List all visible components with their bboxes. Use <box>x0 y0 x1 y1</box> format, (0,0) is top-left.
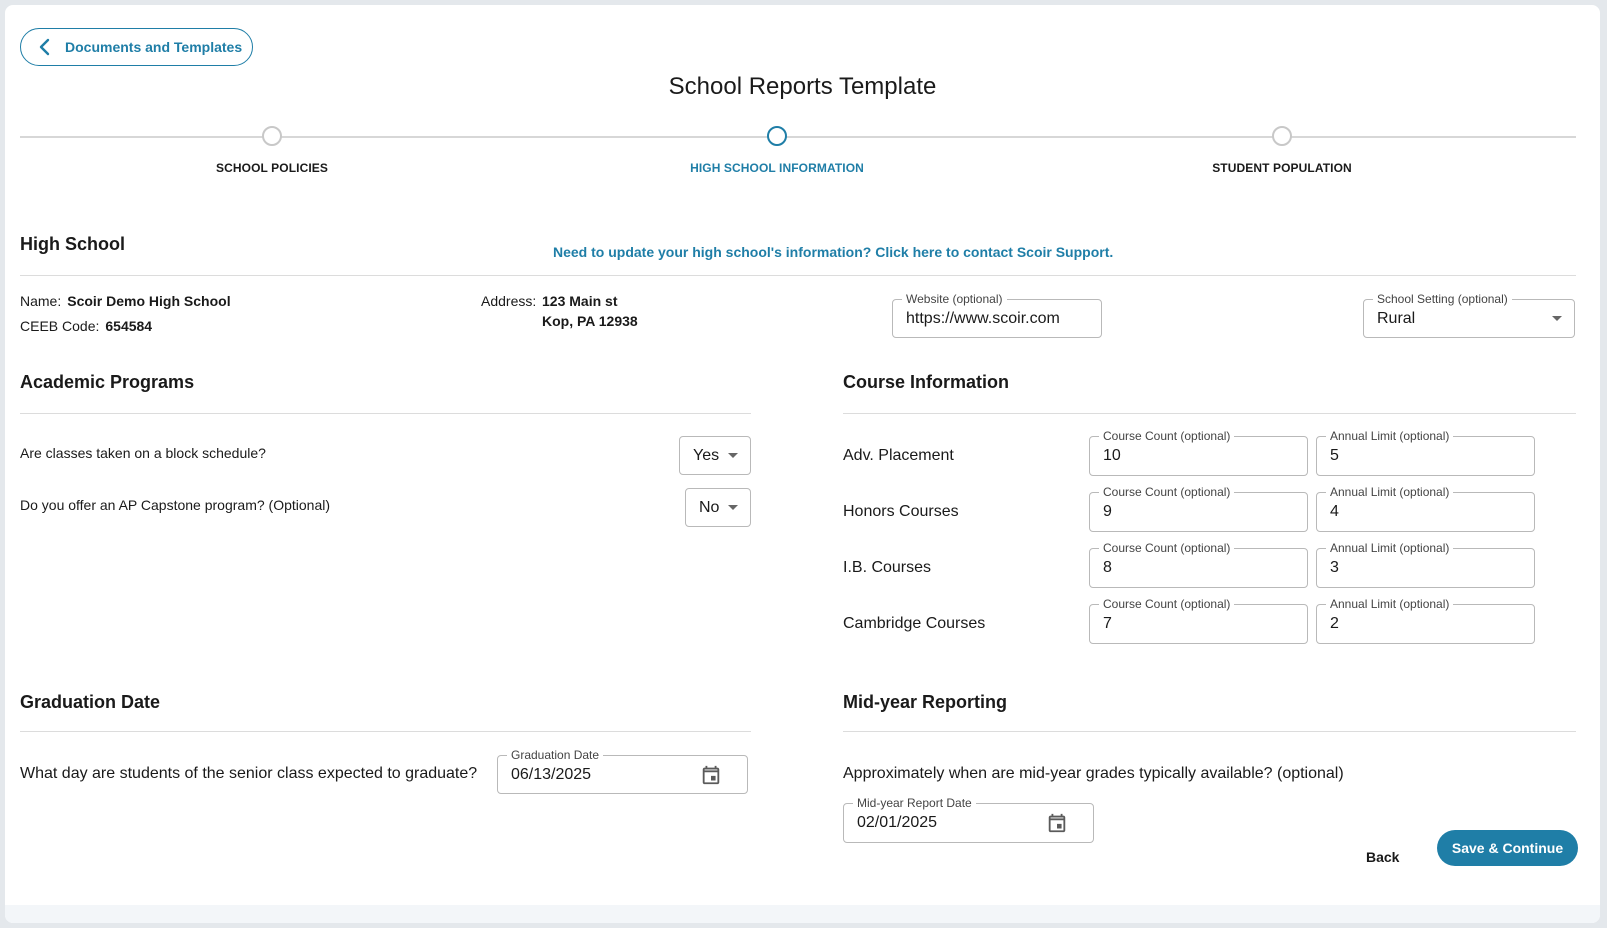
step-label: HIGH SCHOOL INFORMATION <box>690 161 864 175</box>
school-setting-label: School Setting (optional) <box>1373 292 1512 306</box>
template-card: Documents and Templates School Reports T… <box>5 5 1600 923</box>
course-row-label: Cambridge Courses <box>843 615 986 632</box>
ap-capstone-question: Do you offer an AP Capstone program? (Op… <box>20 497 330 513</box>
block-schedule-question: Are classes taken on a block schedule? <box>20 445 266 461</box>
course-count-field[interactable]: Course Count (optional) 10 <box>1089 429 1308 476</box>
course-count-label: Course Count (optional) <box>1099 541 1235 555</box>
ap-capstone-value: No <box>699 498 720 516</box>
school-name: Name: Scoir Demo High School <box>20 293 231 309</box>
annual-limit-field[interactable]: Annual Limit (optional) 5 <box>1316 429 1535 476</box>
graduation-date-label: Graduation Date <box>507 748 604 762</box>
course-row-label: I.B. Courses <box>843 559 932 576</box>
annual-limit-value: 4 <box>1330 503 1339 520</box>
midyear-reporting-title: Mid-year Reporting <box>843 692 1008 712</box>
school-setting-select[interactable]: School Setting (optional) Rural <box>1363 292 1575 338</box>
website-field[interactable]: Website (optional) https://www.scoir.com <box>892 292 1102 338</box>
dropdown-caret-icon <box>728 504 738 510</box>
school-name-value: Scoir Demo High School <box>67 293 231 309</box>
annual-limit-field[interactable]: Annual Limit (optional) 2 <box>1316 597 1535 644</box>
page-title: School Reports Template <box>668 73 937 100</box>
divider <box>843 413 1576 414</box>
save-continue-button[interactable]: Save & Continue <box>1437 830 1578 866</box>
course-count-value: 8 <box>1103 559 1112 576</box>
calendar-icon[interactable] <box>700 764 722 786</box>
school-name-label: Name: <box>20 293 62 309</box>
annual-limit-label: Annual Limit (optional) <box>1326 541 1454 555</box>
course-count-value: 10 <box>1103 447 1121 464</box>
graduation-date-field[interactable]: Graduation Date 06/13/2025 <box>497 748 748 794</box>
calendar-icon[interactable] <box>1046 812 1068 834</box>
course-count-value: 7 <box>1103 615 1112 632</box>
course-count-field[interactable]: Course Count (optional) 7 <box>1089 597 1308 644</box>
dropdown-caret-icon <box>728 452 738 458</box>
divider <box>20 275 1576 276</box>
annual-limit-label: Annual Limit (optional) <box>1326 429 1454 443</box>
step-indicator <box>262 126 282 146</box>
course-row-label: Adv. Placement <box>843 447 954 464</box>
website-field-value: https://www.scoir.com <box>906 309 1060 327</box>
website-field-label: Website (optional) <box>902 292 1007 306</box>
graduation-date-title: Graduation Date <box>20 692 161 712</box>
course-count-label: Course Count (optional) <box>1099 597 1235 611</box>
course-information-title: Course Information <box>843 372 1010 392</box>
back-button[interactable]: Back <box>1366 849 1399 865</box>
ap-capstone-select[interactable]: No <box>685 488 751 527</box>
ceeb-code-label: CEEB Code: <box>20 318 100 334</box>
address-line-2: Kop, PA 12938 <box>542 313 638 329</box>
address-line-1: 123 Main st <box>542 293 618 309</box>
step-school-policies[interactable]: SCHOOL POLICIES <box>122 126 422 175</box>
back-to-documents-label: Documents and Templates <box>65 39 243 55</box>
divider <box>843 731 1576 732</box>
annual-limit-field[interactable]: Annual Limit (optional) 3 <box>1316 541 1535 588</box>
midyear-question: Approximately when are mid-year grades t… <box>843 765 1344 782</box>
annual-limit-value: 2 <box>1330 615 1339 632</box>
back-to-documents-button[interactable]: Documents and Templates <box>20 28 253 66</box>
annual-limit-field[interactable]: Annual Limit (optional) 4 <box>1316 485 1535 532</box>
ceeb-code: CEEB Code: 654584 <box>20 318 152 334</box>
school-setting-value: Rural <box>1377 309 1416 327</box>
step-student-population[interactable]: STUDENT POPULATION <box>1132 126 1432 175</box>
divider <box>20 731 751 732</box>
divider <box>20 413 751 414</box>
step-label: STUDENT POPULATION <box>1212 161 1352 175</box>
contact-support-link[interactable]: Need to update your high school's inform… <box>553 244 1113 260</box>
graduation-date-value: 06/13/2025 <box>511 765 592 783</box>
course-count-field[interactable]: Course Count (optional) 8 <box>1089 541 1308 588</box>
course-row-label: Honors Courses <box>843 503 959 520</box>
block-schedule-select[interactable]: Yes <box>679 436 751 475</box>
block-schedule-value: Yes <box>693 446 720 464</box>
step-indicator <box>767 126 787 146</box>
annual-limit-value: 3 <box>1330 559 1339 576</box>
course-count-field[interactable]: Course Count (optional) 9 <box>1089 485 1308 532</box>
course-count-label: Course Count (optional) <box>1099 485 1235 499</box>
high-school-title: High School <box>20 234 125 254</box>
step-label: SCHOOL POLICIES <box>216 161 328 175</box>
step-high-school-information[interactable]: HIGH SCHOOL INFORMATION <box>627 126 927 175</box>
graduation-question: What day are students of the senior clas… <box>20 765 478 782</box>
annual-limit-value: 5 <box>1330 447 1339 464</box>
dropdown-caret-icon <box>1552 315 1562 321</box>
card-footer <box>5 905 1600 923</box>
step-indicator <box>1272 126 1292 146</box>
chevron-left-icon <box>39 38 50 56</box>
midyear-date-label: Mid-year Report Date <box>853 796 976 810</box>
course-count-label: Course Count (optional) <box>1099 429 1235 443</box>
midyear-date-value: 02/01/2025 <box>857 814 938 831</box>
ceeb-code-value: 654584 <box>105 318 153 334</box>
academic-programs-title: Academic Programs <box>20 372 195 392</box>
course-count-value: 9 <box>1103 503 1112 520</box>
annual-limit-label: Annual Limit (optional) <box>1326 597 1454 611</box>
address-label: Address: <box>481 293 537 309</box>
annual-limit-label: Annual Limit (optional) <box>1326 485 1454 499</box>
midyear-date-field[interactable]: Mid-year Report Date 02/01/2025 <box>843 796 1094 843</box>
